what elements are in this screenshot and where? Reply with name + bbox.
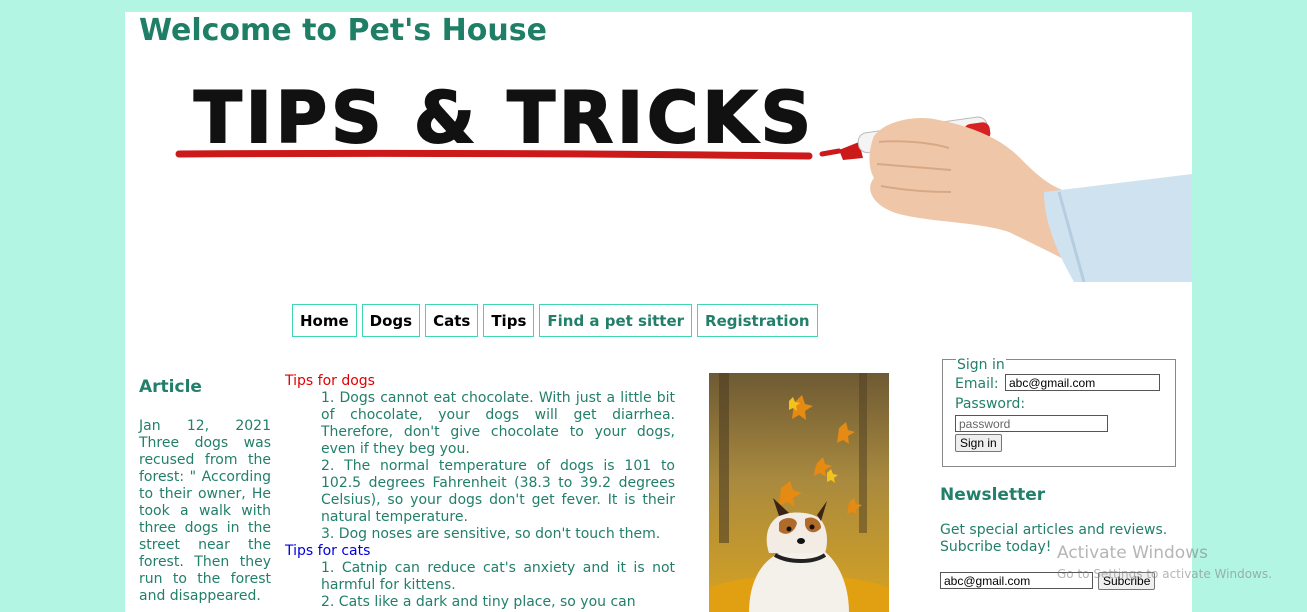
email-label: Email: [955,376,999,392]
nav-dogs[interactable]: Dogs [361,304,421,337]
nav-tips[interactable]: Tips [483,304,535,337]
signin-email-input[interactable] [1005,374,1160,391]
newsletter-text: Get special articles and reviews. Subcri… [940,522,1168,555]
article-column: Article Jan 12, 2021 Three dogs was recu… [139,374,271,605]
password-label: Password: [955,396,1026,412]
dog-tip: 2. The normal temperature of dogs is 101… [321,458,675,525]
subscribe-button[interactable]: Subcribe [1098,572,1156,590]
signin-box: Sign in Email: Password: Sign in [942,357,1176,467]
tips-dogs-heading: Tips for dogs [285,373,375,389]
nav-find-pet-sitter[interactable]: Find a pet sitter [539,304,693,337]
cat-tip: 1. Catnip can reduce cat's anxiety and i… [321,560,675,593]
article-body: Jan 12, 2021 Three dogs was recused from… [139,418,271,604]
article-heading: Article [139,377,202,397]
signin-password-input[interactable] [955,415,1108,432]
main-nav: Home Dogs Cats Tips Find a pet sitter Re… [292,304,818,337]
banner-text: TIPS & TRICKS [194,77,815,159]
tips-column: Tips for dogs 1. Dogs cannot eat chocola… [285,373,675,611]
dog-tip: 1. Dogs cannot eat chocolate. With just … [321,390,675,457]
page-container: Welcome to Pet's House TIPS & TRICKS Hom… [125,12,1192,612]
nav-home[interactable]: Home [292,304,357,337]
tips-cats-heading: Tips for cats [285,543,371,559]
dog-autumn-photo [709,373,889,612]
cat-tip: 2. Cats like a dark and tiny place, so y… [321,594,636,610]
signin-legend: Sign in [956,357,1006,373]
site-title: Welcome to Pet's House [139,13,547,48]
nav-cats[interactable]: Cats [425,304,479,337]
dog-tip: 3. Dog noses are sensitive, so don't tou… [321,526,661,542]
tips-tricks-banner: TIPS & TRICKS [139,62,1192,282]
newsletter-email-input[interactable] [940,572,1093,589]
newsletter-heading: Newsletter [940,485,1046,505]
signin-button[interactable]: Sign in [955,434,1002,452]
nav-registration[interactable]: Registration [697,304,818,337]
